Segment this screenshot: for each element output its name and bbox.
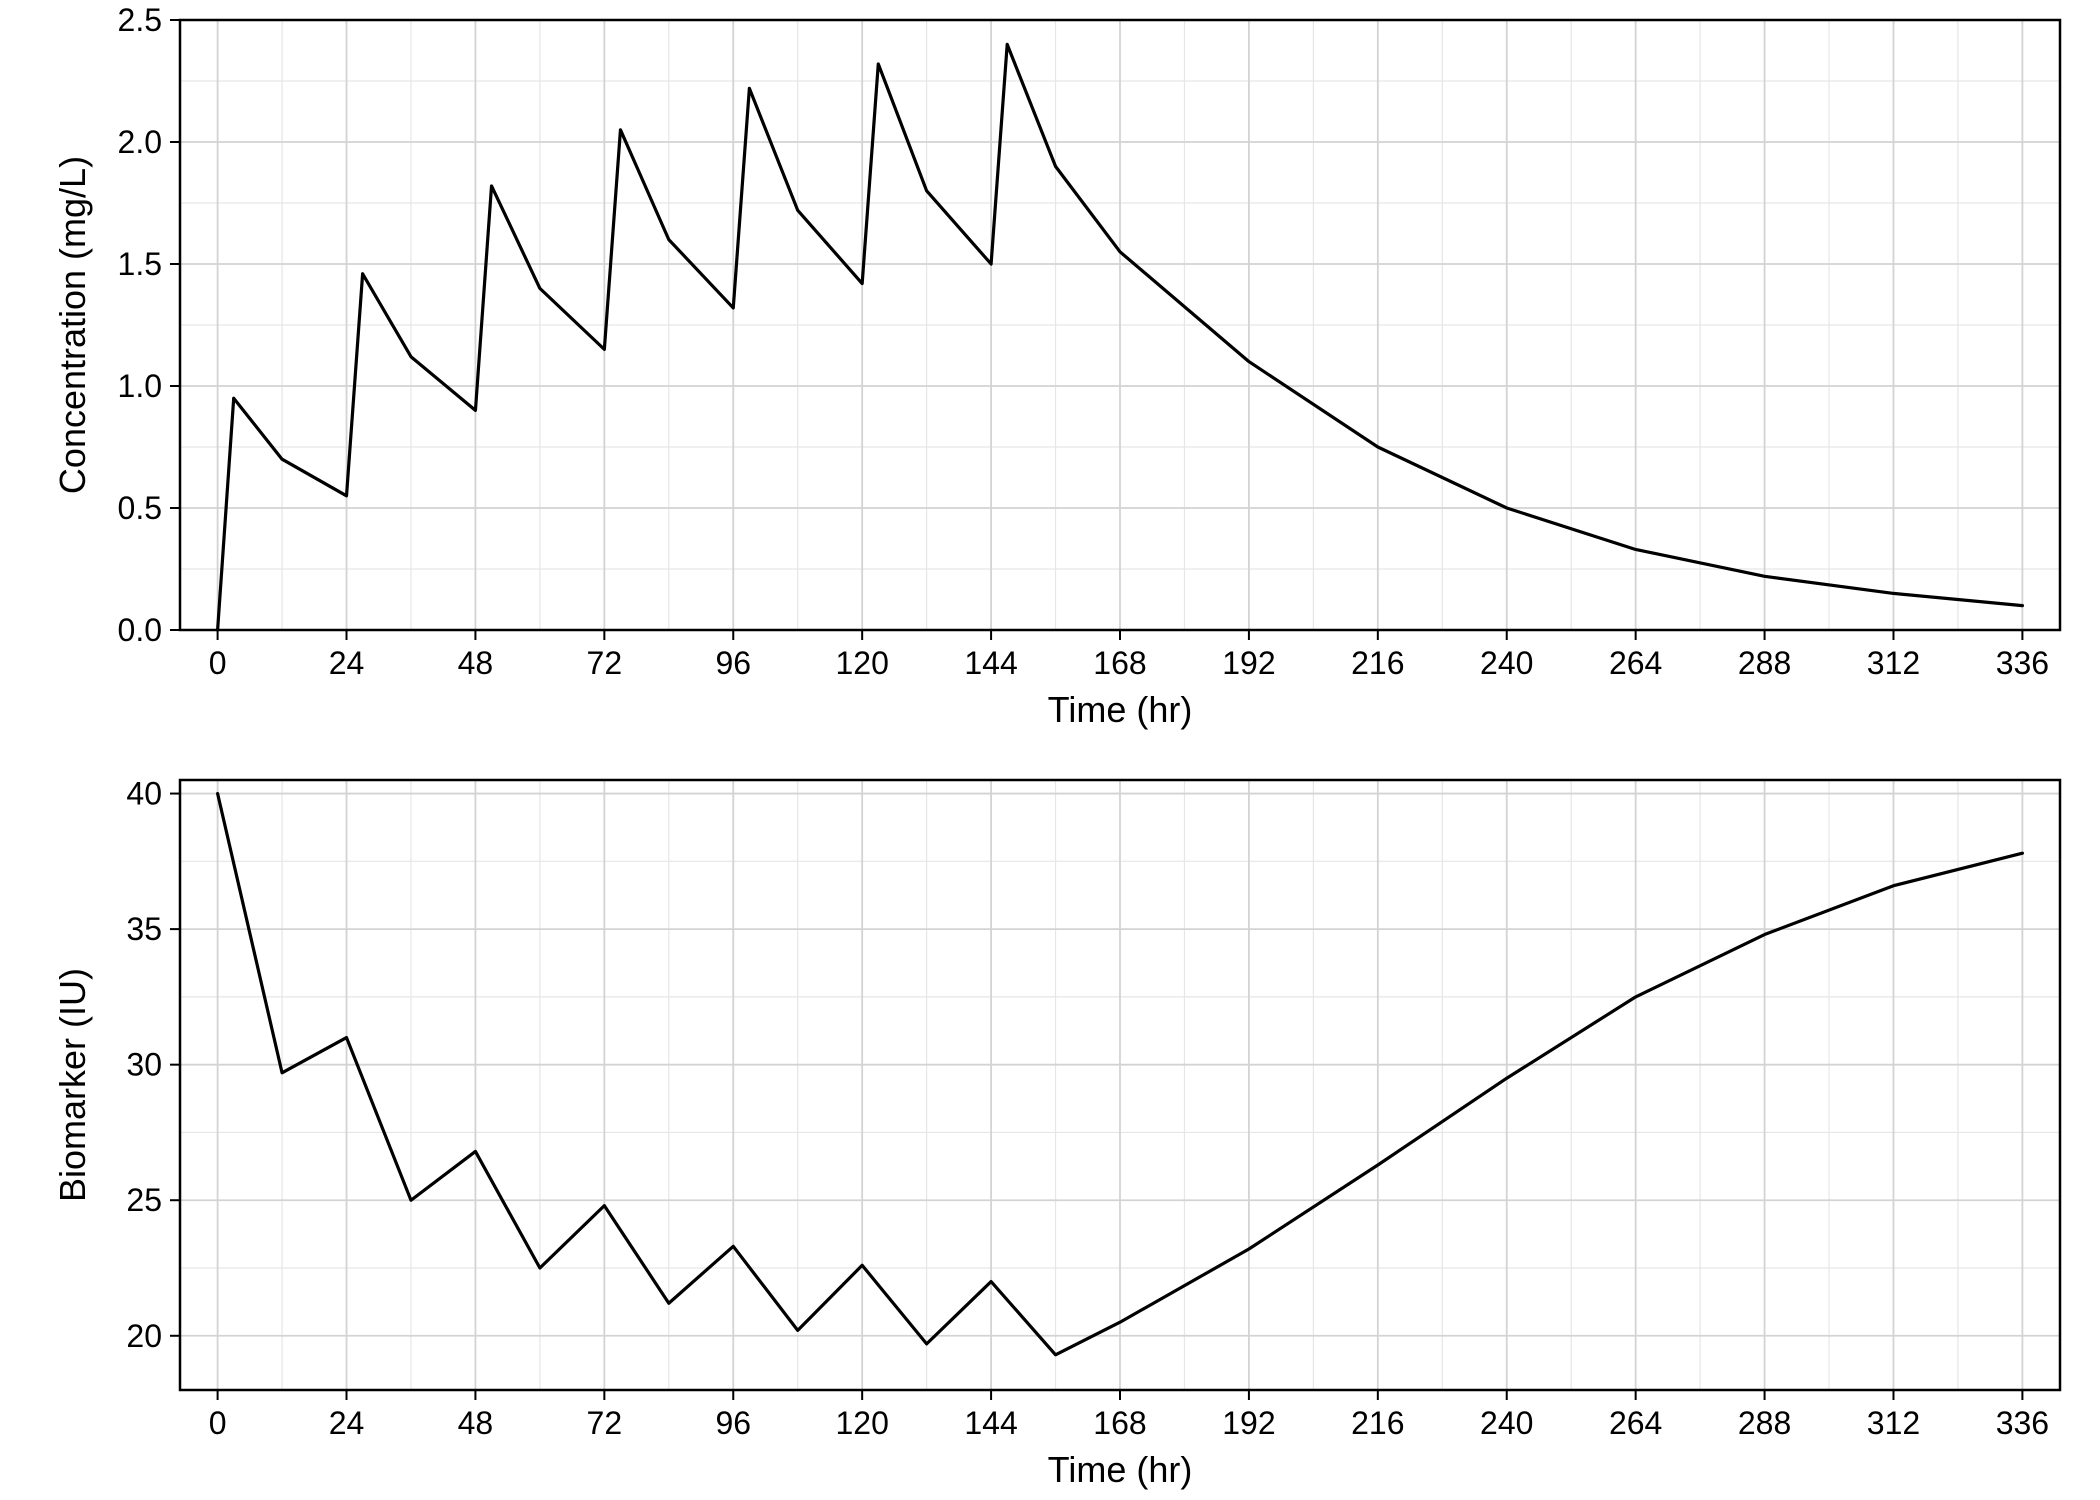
y-tick-label: 0.5 (118, 490, 162, 526)
x-axis-label: Time (hr) (1048, 1449, 1193, 1490)
y-tick-label: 25 (126, 1182, 162, 1218)
x-tick-label: 192 (1222, 645, 1275, 681)
y-tick-label: 20 (126, 1318, 162, 1354)
y-tick-label: 0.0 (118, 612, 162, 648)
x-tick-label: 0 (209, 1405, 227, 1441)
x-tick-label: 168 (1093, 1405, 1146, 1441)
concentration-chart: 0 24 48 72 96 120 144 168 192 216 240 264 288 312 336 0… (0, 0, 2100, 740)
x-tick-label: 72 (587, 645, 623, 681)
x-tick-label: 48 (458, 1405, 494, 1441)
x-tick-label: 336 (1996, 645, 2049, 681)
x-tick-label: 0 (209, 645, 227, 681)
x-tick-label: 216 (1351, 1405, 1404, 1441)
x-tick-label: 24 (329, 645, 365, 681)
y-tick-label: 1.5 (118, 246, 162, 282)
x-axis-label: Time (hr) (1048, 689, 1193, 730)
y-tick-label: 40 (126, 776, 162, 812)
bottom-panel: 0 24 48 72 96 120 144 168 192 216 240 264 288 312 336 2… (0, 760, 2100, 1500)
y-tick-label: 1.0 (118, 368, 162, 404)
x-tick-label: 120 (835, 645, 888, 681)
x-tick-label: 336 (1996, 1405, 2049, 1441)
x-tick-label: 72 (587, 1405, 623, 1441)
x-tick-label: 240 (1480, 645, 1533, 681)
x-tick-label: 48 (458, 645, 494, 681)
y-tick-label: 35 (126, 911, 162, 947)
y-axis-label: Concentration (mg/L) (52, 156, 93, 494)
x-tick-label: 24 (329, 1405, 365, 1441)
x-tick-label: 312 (1867, 645, 1920, 681)
biomarker-chart: 0 24 48 72 96 120 144 168 192 216 240 264 288 312 336 2… (0, 760, 2100, 1500)
x-tick-label: 96 (715, 1405, 751, 1441)
y-axis-label: Biomarker (IU) (52, 968, 93, 1202)
x-tick-label: 144 (964, 645, 1017, 681)
x-tick-label: 264 (1609, 645, 1662, 681)
x-tick-label: 144 (964, 1405, 1017, 1441)
x-tick-label: 120 (835, 1405, 888, 1441)
x-tick-label: 312 (1867, 1405, 1920, 1441)
top-panel: 0 24 48 72 96 120 144 168 192 216 240 264 288 312 336 0… (0, 0, 2100, 740)
y-tick-label: 2.5 (118, 2, 162, 38)
x-tick-label: 168 (1093, 645, 1146, 681)
y-tick-label: 30 (126, 1047, 162, 1083)
x-tick-label: 240 (1480, 1405, 1533, 1441)
x-tick-label: 192 (1222, 1405, 1275, 1441)
x-tick-label: 264 (1609, 1405, 1662, 1441)
x-tick-label: 288 (1738, 645, 1791, 681)
x-tick-label: 96 (715, 645, 751, 681)
x-tick-label: 288 (1738, 1405, 1791, 1441)
y-tick-label: 2.0 (118, 124, 162, 160)
x-tick-label: 216 (1351, 645, 1404, 681)
